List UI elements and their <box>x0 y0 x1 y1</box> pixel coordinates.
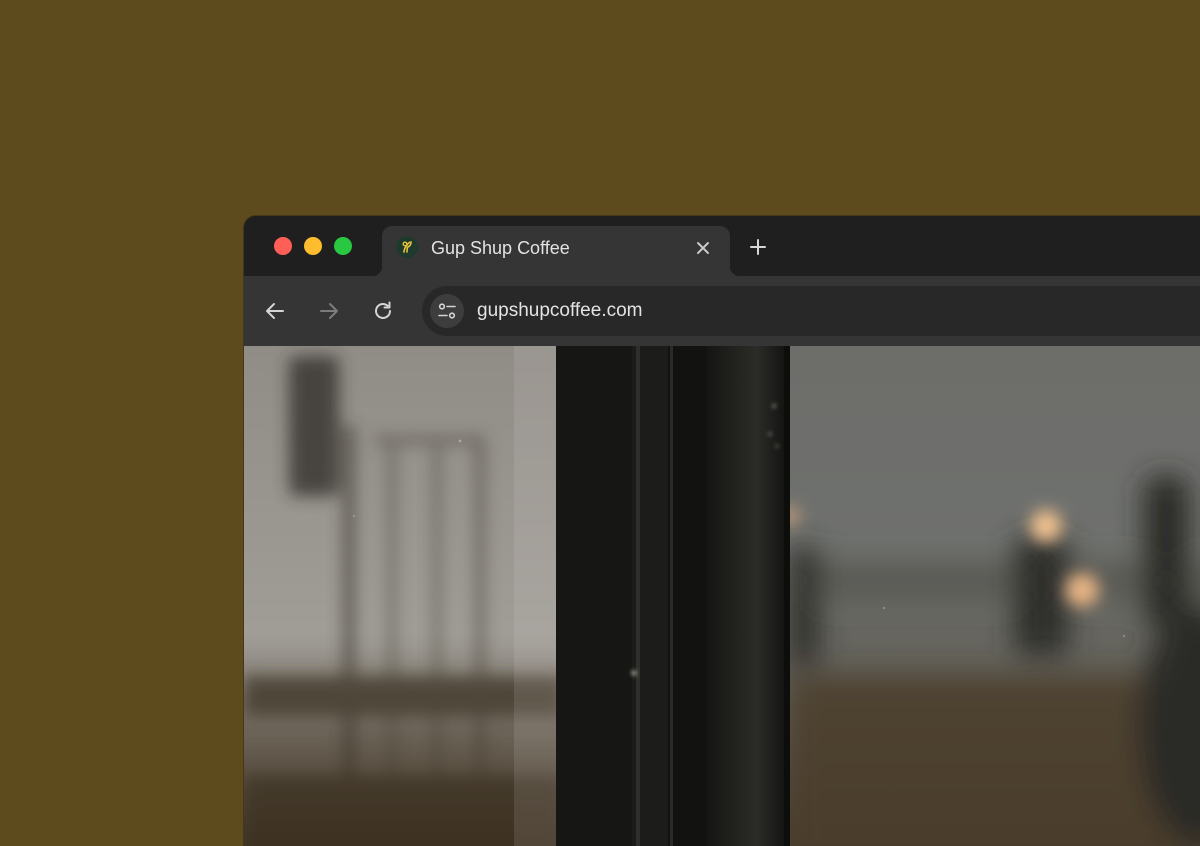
tab-active[interactable]: Gup Shup Coffee <box>372 226 740 276</box>
browser-window: Gup Shup Coffee gupshupcoffee.com <box>244 216 1200 846</box>
url-text: gupshupcoffee.com <box>477 300 643 321</box>
cafe-window-photo <box>244 346 1200 846</box>
arrow-right-icon[interactable] <box>314 296 344 326</box>
reload-icon[interactable] <box>368 296 398 326</box>
page-content-photo <box>244 346 1200 846</box>
plus-icon[interactable] <box>744 233 772 261</box>
address-bar[interactable]: gupshupcoffee.com <box>422 286 1200 336</box>
tune-icon[interactable] <box>430 294 464 328</box>
close-icon[interactable] <box>690 235 716 261</box>
window-minimize-icon[interactable] <box>304 237 322 255</box>
window-close-icon[interactable] <box>274 237 292 255</box>
tab-strip: Gup Shup Coffee <box>244 216 1200 276</box>
desktop-background: Gup Shup Coffee gupshupcoffee.com <box>0 0 1200 846</box>
window-zoom-icon[interactable] <box>334 237 352 255</box>
arrow-left-icon[interactable] <box>260 296 290 326</box>
tab-title: Gup Shup Coffee <box>431 238 570 258</box>
coffee-logo-icon <box>396 236 418 258</box>
toolbar: gupshupcoffee.com <box>244 276 1200 346</box>
